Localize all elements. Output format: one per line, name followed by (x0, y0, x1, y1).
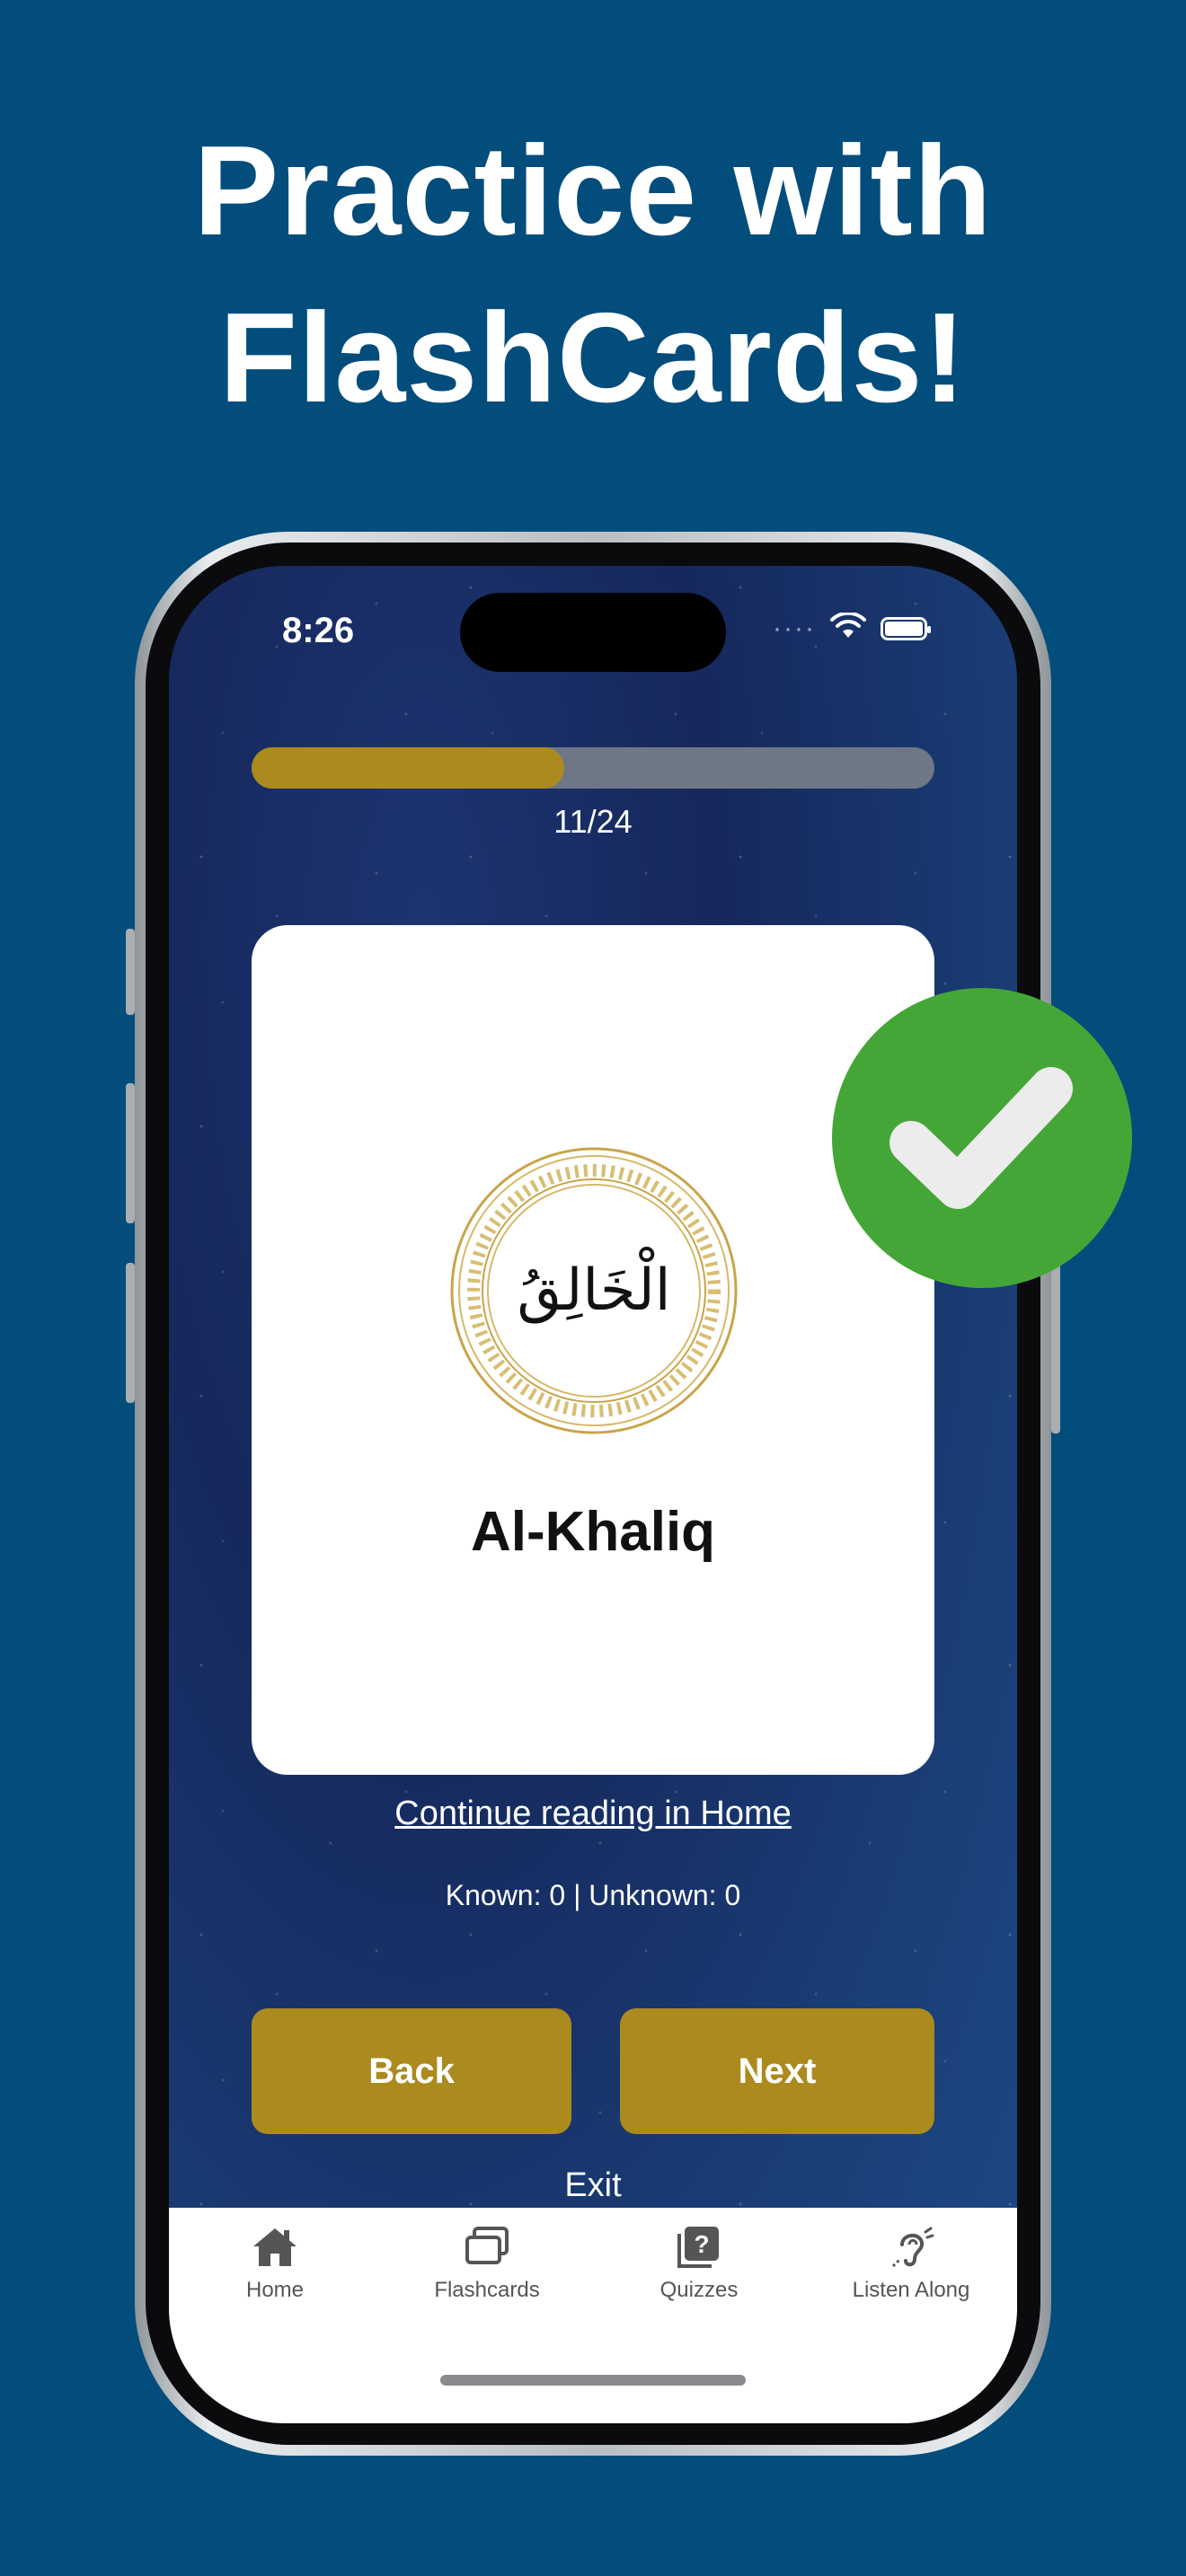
volume-up-button (126, 1083, 135, 1223)
tab-bar: Home Flashcards ? Quizzes Listen Along (169, 2208, 1017, 2423)
continue-reading-link[interactable]: Continue reading in Home (169, 1795, 1017, 1833)
tab-listen-along[interactable]: Listen Along (805, 2222, 1017, 2303)
next-button[interactable]: Next (620, 2008, 934, 2134)
tab-listen-along-label: Listen Along (852, 2278, 970, 2302)
checkmark-icon (890, 1067, 1073, 1209)
battery-icon (881, 616, 931, 640)
back-button[interactable]: Back (252, 2008, 571, 2134)
cellular-signal-icon: ···· (773, 613, 816, 643)
known-unknown-counter: Known: 0 | Unknown: 0 (445, 1879, 741, 1911)
card-name: Al-Khaliq (470, 1501, 716, 1563)
wifi-icon (830, 611, 866, 644)
status-icons: ···· (773, 611, 931, 644)
headline-line-2: FlashCards! (219, 287, 967, 429)
tab-flashcards[interactable]: Flashcards (381, 2222, 593, 2303)
quiz-icon: ? (593, 2222, 805, 2272)
progress-bar (252, 747, 934, 789)
ear-icon (805, 2222, 1017, 2272)
headline: Practice with FlashCards! (0, 108, 1186, 442)
home-indicator[interactable] (440, 2375, 746, 2386)
status-time: 8:26 (282, 611, 355, 650)
checkmark-badge (832, 988, 1132, 1288)
dynamic-island (460, 593, 726, 672)
tab-flashcards-label: Flashcards (434, 2278, 540, 2302)
headline-line-1: Practice with (193, 119, 993, 262)
home-icon (169, 2222, 381, 2272)
app-screen: 8:26 ···· 11/24 الْخَالِقُ Al-Khaliq Con… (169, 566, 1017, 2423)
tab-home[interactable]: Home (169, 2222, 381, 2303)
arabic-name: الْخَالِقُ (517, 1257, 671, 1324)
name-medallion: الْخَالِقُ (449, 1146, 739, 1435)
silent-switch (126, 929, 135, 1015)
exit-button[interactable]: Exit (169, 2166, 1017, 2205)
svg-text:?: ? (694, 2230, 709, 2258)
flashcards-icon (381, 2222, 593, 2272)
progress-counter: 11/24 (553, 803, 633, 840)
volume-down-button (126, 1263, 135, 1403)
tab-home-label: Home (245, 2278, 305, 2302)
tab-quizzes[interactable]: ? Quizzes (593, 2222, 805, 2303)
tab-quizzes-label: Quizzes (659, 2278, 739, 2302)
progress-bar-fill (252, 747, 565, 789)
